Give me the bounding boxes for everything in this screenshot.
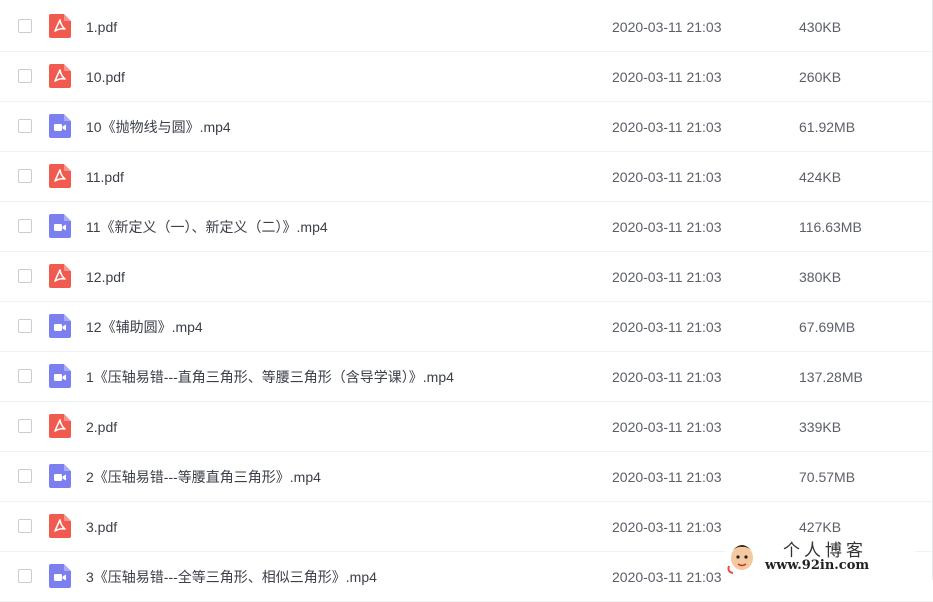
pdf-file-icon: [49, 14, 71, 38]
file-checkbox[interactable]: [18, 119, 32, 133]
file-checkbox[interactable]: [18, 519, 32, 533]
file-row[interactable]: 10《抛物线与圆》.mp4 2020-03-11 21:03 61.92MB: [0, 102, 933, 152]
file-size: 339KB: [799, 419, 842, 435]
file-date: 2020-03-11 21:03: [612, 319, 722, 335]
file-date: 2020-03-11 21:03: [612, 419, 722, 435]
watermark-url: www.92in.com: [765, 558, 870, 573]
file-row[interactable]: 1《压轴易错---直角三角形、等腰三角形（含导学课）》.mp4 2020-03-1…: [0, 352, 933, 402]
file-date: 2020-03-11 21:03: [612, 519, 722, 535]
file-name[interactable]: 11《新定义（一）、新定义（二）》.mp4: [86, 202, 328, 252]
file-row[interactable]: 1.pdf 2020-03-11 21:03 430KB: [0, 2, 933, 52]
file-size: 260KB: [799, 69, 842, 85]
file-name[interactable]: 2.pdf: [86, 402, 117, 452]
pdf-file-icon: [49, 414, 71, 438]
video-file-icon: [49, 114, 71, 138]
file-checkbox[interactable]: [18, 369, 32, 383]
file-name[interactable]: 1《压轴易错---直角三角形、等腰三角形（含导学课）》.mp4: [86, 352, 454, 402]
video-file-icon: [49, 314, 71, 338]
file-size: 70.57MB: [799, 469, 856, 485]
file-name[interactable]: 2《压轴易错---等腰直角三角形》.mp4: [86, 452, 321, 502]
file-list: 1.pdf 2020-03-11 21:03 430KB 10.pdf 2020-03-…: [0, 2, 933, 602]
file-date: 2020-03-11 21:03: [612, 469, 722, 485]
file-checkbox[interactable]: [18, 269, 32, 283]
file-name[interactable]: 12.pdf: [86, 252, 125, 302]
file-date: 2020-03-11 21:03: [612, 219, 722, 235]
file-name[interactable]: 12《辅助圆》.mp4: [86, 302, 203, 352]
file-name[interactable]: 10.pdf: [86, 52, 125, 102]
pdf-file-icon: [49, 514, 71, 538]
file-checkbox[interactable]: [18, 69, 32, 83]
file-checkbox[interactable]: [18, 219, 32, 233]
file-date: 2020-03-11 21:03: [612, 569, 722, 585]
file-row[interactable]: 11《新定义（一）、新定义（二）》.mp4 2020-03-11 21:03 116…: [0, 202, 933, 252]
file-name[interactable]: 3.pdf: [86, 502, 117, 552]
video-file-icon: [49, 464, 71, 488]
video-file-icon: [49, 364, 71, 388]
file-size: 67.69MB: [799, 319, 856, 335]
file-size: 380KB: [799, 269, 842, 285]
pdf-file-icon: [49, 264, 71, 288]
file-checkbox[interactable]: [18, 469, 32, 483]
file-checkbox[interactable]: [18, 319, 32, 333]
pdf-file-icon: [49, 164, 71, 188]
video-file-icon: [49, 214, 71, 238]
file-checkbox[interactable]: [18, 569, 32, 583]
file-size: 61.92MB: [799, 119, 856, 135]
file-date: 2020-03-11 21:03: [612, 69, 722, 85]
file-date: 2020-03-11 21:03: [612, 169, 722, 185]
video-file-icon: [49, 564, 71, 588]
file-row[interactable]: 2《压轴易错---等腰直角三角形》.mp4 2020-03-11 21:03 70.…: [0, 452, 933, 502]
watermark: 个人博客 www.92in.com: [725, 536, 915, 576]
file-row[interactable]: 10.pdf 2020-03-11 21:03 260KB: [0, 52, 933, 102]
file-size: 424KB: [799, 169, 842, 185]
file-checkbox[interactable]: [18, 419, 32, 433]
mascot-icon: [727, 545, 754, 574]
pdf-file-icon: [49, 64, 71, 88]
file-row[interactable]: 12《辅助圆》.mp4 2020-03-11 21:03 67.69MB: [0, 302, 933, 352]
file-size: 137.28MB: [799, 369, 863, 385]
file-name[interactable]: 3《压轴易错---全等三角形、相似三角形》.mp4: [86, 552, 377, 602]
file-checkbox[interactable]: [18, 19, 32, 33]
file-name[interactable]: 11.pdf: [86, 152, 124, 202]
file-row[interactable]: 2.pdf 2020-03-11 21:03 339KB: [0, 402, 933, 452]
file-date: 2020-03-11 21:03: [612, 119, 722, 135]
file-name[interactable]: 10《抛物线与圆》.mp4: [86, 102, 231, 152]
file-checkbox[interactable]: [18, 169, 32, 183]
file-date: 2020-03-11 21:03: [612, 19, 722, 35]
file-date: 2020-03-11 21:03: [612, 269, 722, 285]
file-date: 2020-03-11 21:03: [612, 369, 722, 385]
file-size: 116.63MB: [799, 219, 862, 235]
file-size: 430KB: [799, 19, 842, 35]
file-row[interactable]: 11.pdf 2020-03-11 21:03 424KB: [0, 152, 933, 202]
file-name[interactable]: 1.pdf: [86, 2, 117, 52]
file-row[interactable]: 12.pdf 2020-03-11 21:03 380KB: [0, 252, 933, 302]
